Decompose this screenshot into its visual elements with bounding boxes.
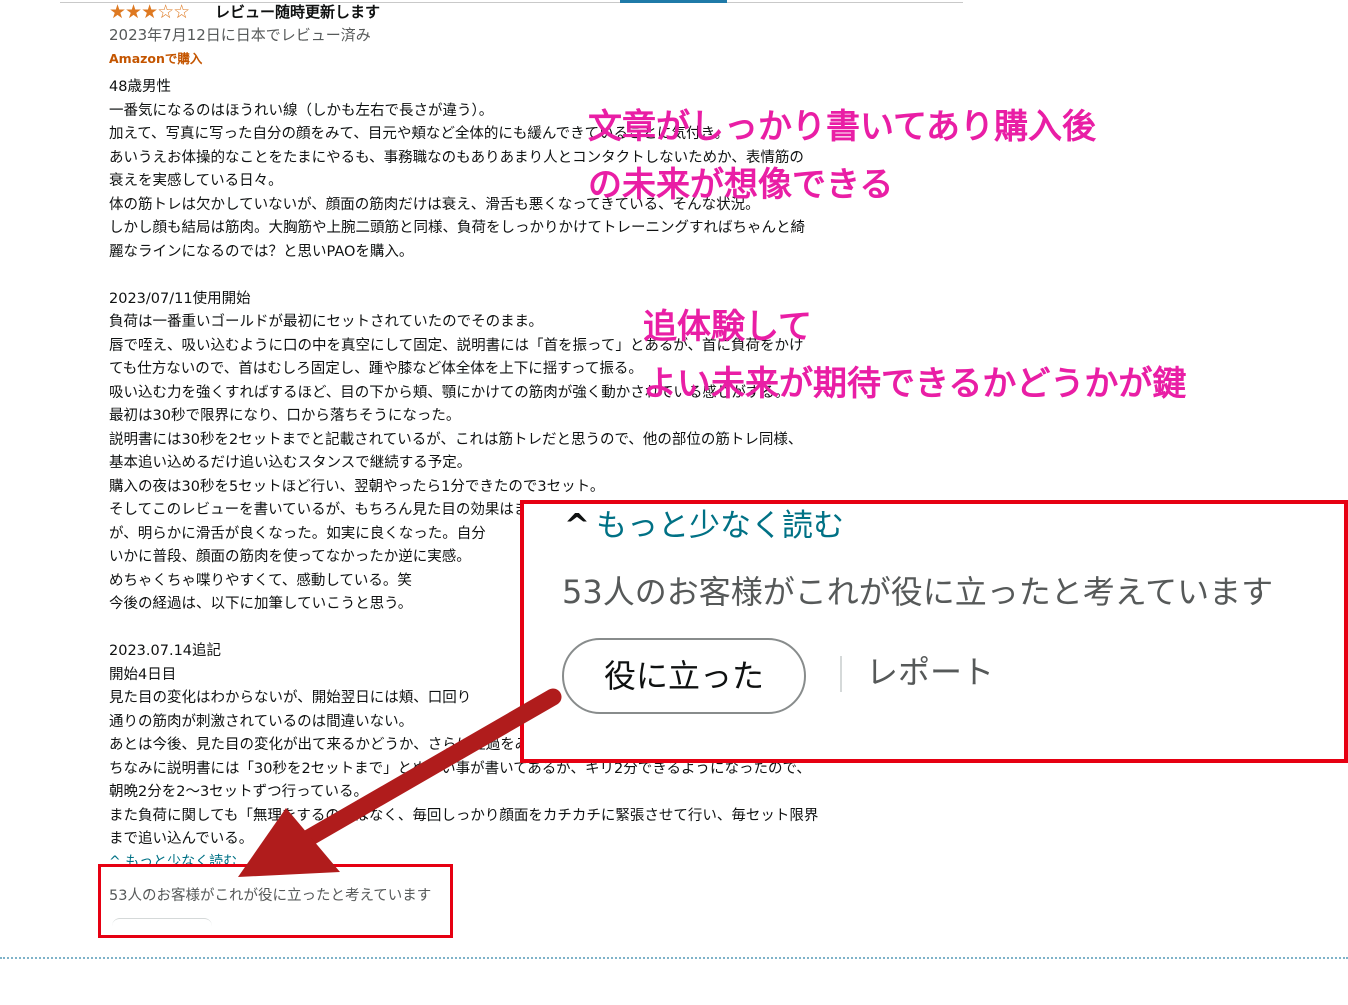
review-body-line: 朝晩2分を2〜3セットずつ行っている。 xyxy=(109,784,368,800)
zoom-helpful-count-text: 53人のお客様がこれが役に立ったと考えています xyxy=(562,573,1274,611)
highlight-box-small xyxy=(98,864,453,938)
review-body-line: また負荷に関しても「無理をするのではなく、毎回しっかり顔面をカチカチに緊張させて… xyxy=(109,807,819,824)
annotation-note2-line1: 追体験して xyxy=(643,307,812,347)
review-title[interactable]: レビュー随時更新します xyxy=(215,2,380,22)
annotation-note2-line2: よい未来が期待できるかどうかが鍵 xyxy=(643,364,1187,404)
review-body-line: 最初は30秒で限界になり、口から落ちそうになった。 xyxy=(109,408,461,424)
review-body-line: まで追い込んでいる。 xyxy=(109,831,254,847)
button-separator xyxy=(840,656,842,692)
review-body-line xyxy=(109,264,909,288)
annotation-note1-line1: 文章がしっかり書いてあり購入後 xyxy=(588,107,1096,147)
review-separator xyxy=(0,957,1348,959)
report-link[interactable]: レポート xyxy=(866,650,994,694)
chevron-up-icon: ^ xyxy=(564,508,590,544)
annotation-note1-line2: の未来が想像できる xyxy=(588,165,894,205)
review-body-line: 48歳男性 xyxy=(109,79,171,95)
zoom-panel: ^ もっと少なく読む 53人のお客様がこれが役に立ったと考えています 役に立った … xyxy=(520,500,1348,763)
top-divider xyxy=(60,2,963,3)
top-tab-accent xyxy=(620,0,727,3)
review-body-line: 説明書には30秒を2セットまでと記載されているが、これは筋トレだと思うので、他の… xyxy=(109,431,803,448)
verified-purchase-badge: Amazonで購入 xyxy=(109,51,203,66)
star-rating-icon[interactable]: ★★★☆☆ xyxy=(109,1,190,23)
zoom-see-less-link[interactable]: ^ もっと少なく読む xyxy=(564,506,844,546)
review-body-line: しかし顔も結局は筋肉。大胸筋や上腕二頭筋と同様、負荷をしっかりかけてトレーニング… xyxy=(109,220,805,236)
helpful-button[interactable]: 役に立った xyxy=(562,638,806,714)
review-date: 2023年7月12日に日本でレビュー済み xyxy=(109,26,371,44)
star-full-icons: ★★★ xyxy=(109,1,158,23)
star-empty-icons: ☆☆ xyxy=(157,1,190,23)
zoom-see-less-label: もっと少なく読む xyxy=(595,508,844,544)
review-body-line: 基本追い込めるだけ追い込むスタンスで継続する予定。 xyxy=(109,455,472,471)
review-body-line: 麗なラインになるのでは？と思いPAOを購入。 xyxy=(109,243,414,260)
review-body-line: 購入の夜は30秒を5セットほど行い、翌朝やったら1分できたので3セット。 xyxy=(109,478,605,495)
